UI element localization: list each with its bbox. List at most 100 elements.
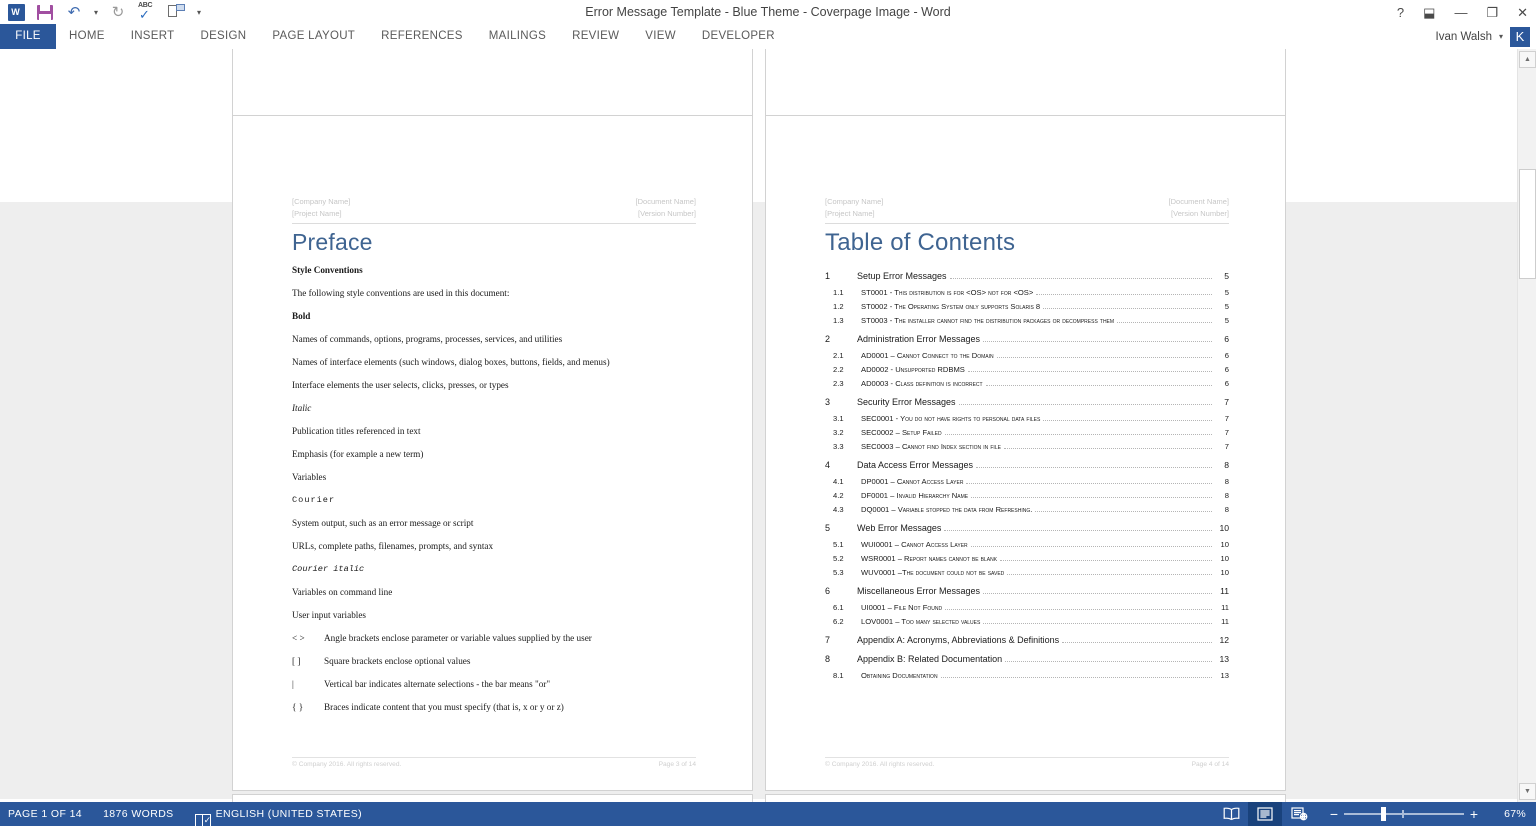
toc-entry[interactable]: 6.1 UI0001 – File Not Found 11	[825, 601, 1229, 614]
symbol-glyph: |	[292, 679, 294, 689]
toc-entry-title: ST0002 - The Operating System only suppo…	[861, 302, 1041, 311]
toc-entry[interactable]: 2.1 AD0001 – Cannot Connect to the Domain…	[825, 349, 1229, 362]
minimize-button[interactable]: —	[1454, 6, 1467, 19]
restore-button[interactable]: ❐	[1486, 6, 1498, 19]
tab-file[interactable]: FILE	[0, 24, 56, 49]
zoom-slider-thumb[interactable]	[1381, 807, 1386, 821]
toc-entry[interactable]: 1.1 ST0001 - This distribution is for <OS…	[825, 286, 1229, 299]
tab-view[interactable]: VIEW	[632, 24, 689, 49]
print-layout-view-button[interactable]	[1248, 802, 1282, 826]
toc-leader-dots	[971, 497, 1212, 498]
read-mode-view-button[interactable]	[1214, 802, 1248, 826]
document-page-toc[interactable]: [Company Name] [Document Name] [Project …	[765, 115, 1286, 791]
toc-entry[interactable]: 5 Web Error Messages 10	[825, 522, 1229, 535]
toc-entry[interactable]: 1.2 ST0002 - The Operating System only su…	[825, 300, 1229, 313]
close-button[interactable]: ✕	[1517, 6, 1528, 19]
symbol-description: Square brackets enclose optional values	[324, 656, 471, 666]
symbol-row: < > Angle brackets enclose parameter or …	[292, 632, 696, 644]
toc-entry[interactable]: 3.3 SEC0003 – Cannot find Index section i…	[825, 440, 1229, 453]
toc-entry[interactable]: 4.3 DQ0001 – Variable stopped the data fr…	[825, 503, 1229, 516]
account-dropdown-icon[interactable]: ▾	[1499, 32, 1503, 41]
scroll-up-button[interactable]: ▲	[1519, 51, 1536, 68]
scrollbar-thumb[interactable]	[1519, 169, 1536, 279]
document-canvas[interactable]: [Company Name] [Document Name] [Project …	[0, 49, 1536, 802]
word-count[interactable]: 1876 WORDS	[103, 808, 174, 820]
toc-entry-title: DQ0001 – Variable stopped the data from …	[861, 505, 1033, 514]
toc-entry-number: 4.1	[833, 477, 844, 486]
toc-entry[interactable]: 2.3 AD0003 - Class definition is incorrec…	[825, 377, 1229, 390]
toc-entry[interactable]: 6 Miscellaneous Error Messages 11	[825, 585, 1229, 598]
toc-entry[interactable]: 2 Administration Error Messages 6	[825, 333, 1229, 346]
toc-entry-page: 5	[1224, 288, 1229, 297]
toc-entry-title: AD0001 – Cannot Connect to the Domain	[861, 351, 994, 360]
toc-entry[interactable]: 4.2 DF0001 – Invalid Hierarchy Name 8	[825, 489, 1229, 502]
tab-insert[interactable]: INSERT	[118, 24, 188, 49]
toc-entry-number: 4	[825, 460, 831, 470]
avatar[interactable]: K	[1510, 26, 1530, 47]
toc-entry[interactable]: 7 Appendix A: Acronyms, Abbreviations & D…	[825, 634, 1229, 647]
zoom-in-button[interactable]: +	[1464, 806, 1484, 822]
symbol-row: | Vertical bar indicates alternate selec…	[292, 678, 696, 690]
toc-entry[interactable]: 3.1 SEC0001 - You do not have rights to p…	[825, 412, 1229, 425]
toc-entry[interactable]: 8.1 Obtaining Documentation 13	[825, 669, 1229, 682]
tab-design[interactable]: DESIGN	[187, 24, 259, 49]
toc-entry[interactable]: 3.2 SEC0002 – Setup Failed 7	[825, 426, 1229, 439]
tab-mailings[interactable]: MAILINGS	[476, 24, 559, 49]
user-name[interactable]: Ivan Walsh	[1436, 31, 1492, 43]
tab-review[interactable]: REVIEW	[559, 24, 632, 49]
toc-entry[interactable]: 1.3 ST0003 - The installer cannot find th…	[825, 314, 1229, 327]
toc-entry-number: 2.1	[833, 351, 844, 360]
zoom-control[interactable]: − +	[1324, 806, 1484, 822]
scroll-down-button[interactable]: ▼	[1519, 783, 1536, 800]
toc-entry[interactable]: 4.1 DP0001 – Cannot Access Layer 8	[825, 475, 1229, 488]
toc-entry[interactable]: 6.2 LOV0001 – Too many selected values 11	[825, 615, 1229, 628]
toc-entry-page: 8	[1224, 477, 1229, 486]
toc-entry[interactable]: 2.2 AD0002 - Unsupported RDBMS 6	[825, 363, 1229, 376]
paragraph: URLs, complete paths, filenames, prompts…	[292, 541, 494, 551]
toc-entry[interactable]: 8 Appendix B: Related Documentation 13	[825, 653, 1229, 666]
language-indicator[interactable]: ENGLISH (UNITED STATES)	[216, 808, 363, 820]
symbol-description: Braces indicate content that you must sp…	[324, 702, 564, 712]
toc-entry-number: 3	[825, 397, 831, 407]
symbol-row: { } Braces indicate content that you mus…	[292, 701, 696, 713]
toc-entry[interactable]: 5.2 WSR0001 – Report names cannot be blan…	[825, 552, 1229, 565]
toc-leader-dots	[1007, 574, 1212, 575]
toc-entry[interactable]: 3 Security Error Messages 7	[825, 396, 1229, 409]
toc-entry-page: 12	[1219, 635, 1229, 645]
toc-entry-page: 5	[1224, 302, 1229, 311]
page-title-toc: Table of Contents	[825, 229, 1016, 256]
toc-leader-dots	[976, 467, 1212, 468]
ribbon-display-options-icon[interactable]: ⬓	[1423, 6, 1435, 19]
header-divider	[292, 223, 696, 224]
toc-entry-number: 1	[825, 271, 831, 281]
web-layout-view-button[interactable]	[1282, 802, 1316, 826]
zoom-level[interactable]: 67%	[1494, 808, 1526, 820]
toc-leader-dots	[983, 623, 1212, 624]
tab-developer[interactable]: DEVELOPER	[689, 24, 788, 49]
toc-leader-dots	[1003, 448, 1212, 449]
toc-entry-title: Web Error Messages	[857, 523, 942, 533]
page-indicator[interactable]: PAGE 1 OF 14	[8, 808, 82, 820]
zoom-slider[interactable]	[1344, 807, 1464, 821]
tab-home[interactable]: HOME	[56, 24, 118, 49]
toc-leader-dots	[996, 357, 1212, 358]
toc-entry[interactable]: 5.1 WUI0001 – Cannot Access Layer 10	[825, 538, 1229, 551]
tab-references[interactable]: REFERENCES	[368, 24, 476, 49]
toc-leader-dots	[1000, 560, 1212, 561]
document-page-preface[interactable]: [Company Name] [Document Name] [Project …	[232, 115, 753, 791]
tab-page-layout[interactable]: PAGE LAYOUT	[259, 24, 368, 49]
toc-entry-title: LOV0001 – Too many selected values	[861, 617, 981, 626]
toc-entry[interactable]: 1 Setup Error Messages 5	[825, 270, 1229, 283]
toc-entry-title: DP0001 – Cannot Access Layer	[861, 477, 964, 486]
toc-entry[interactable]: 5.3 WUV0001 –The document could not be sa…	[825, 566, 1229, 579]
zoom-out-button[interactable]: −	[1324, 806, 1344, 822]
toc-leader-dots	[1036, 294, 1212, 295]
help-button[interactable]: ?	[1397, 6, 1404, 19]
toc-entry[interactable]: 4 Data Access Error Messages 8	[825, 459, 1229, 472]
paragraph: User input variables	[292, 610, 366, 620]
toc-leader-dots	[1005, 661, 1212, 662]
footer-copyright: © Company 2016. All rights reserved.	[825, 761, 935, 768]
vertical-scrollbar[interactable]: ▲ ▼	[1517, 49, 1536, 802]
header-company-name: [Company Name]	[825, 197, 884, 206]
toc-leader-dots	[940, 677, 1212, 678]
